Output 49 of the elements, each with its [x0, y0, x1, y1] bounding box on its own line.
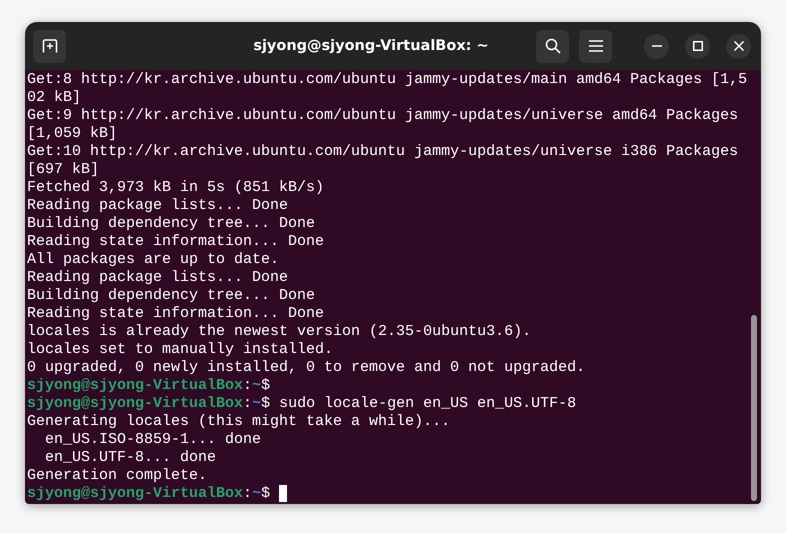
- menu-icon: [588, 40, 602, 52]
- prompt-path: ~: [252, 395, 262, 412]
- prompt-separator: :: [243, 485, 252, 502]
- output-line: locales set to manually installed.: [27, 341, 334, 358]
- output-line: Reading package lists... Done: [27, 269, 288, 286]
- output-line: en_US.ISO-8859-1... done: [44, 431, 262, 448]
- output-line: Building dependency tree... Done: [27, 287, 316, 304]
- scrollbar-thumb[interactable]: [751, 315, 757, 501]
- output-line: [697 kB]: [27, 161, 100, 178]
- output-line: Building dependency tree... Done: [27, 215, 316, 232]
- prompt-path: ~: [252, 377, 262, 394]
- output-line: Fetched 3,973 kB in 5s (851 kB/s): [27, 179, 324, 196]
- menu-button[interactable]: [579, 30, 612, 62]
- output-line: Generating locales (this might take a while)...: [27, 413, 450, 430]
- prompt-separator: :: [243, 377, 252, 394]
- search-icon: [544, 38, 560, 54]
- prompt-separator: :: [243, 395, 252, 412]
- minimize-icon: [652, 45, 662, 47]
- output-line: en_US.UTF-8... done: [44, 449, 216, 466]
- terminal-area[interactable]: [25, 70, 761, 504]
- output-line: Get:8 http://kr.archive.ubuntu.com/ubuntu jammy-updates/main amd64 Packages [1,5: [27, 71, 748, 88]
- output-line: All packages are up to date.: [27, 251, 280, 268]
- output-line: Generation complete.: [27, 467, 208, 484]
- output-line: [1,059 kB]: [27, 125, 118, 142]
- output-line: Reading state information... Done: [27, 305, 324, 322]
- command-text: sudo locale-gen en_US en_US.UTF-8: [279, 395, 576, 412]
- minimize-button[interactable]: [644, 34, 669, 58]
- prompt-path: ~: [252, 485, 262, 502]
- output-line: Get:9 http://kr.archive.ubuntu.com/ubuntu jammy-updates/universe amd64 Packages: [27, 107, 738, 124]
- close-icon: [734, 41, 744, 51]
- prompt-user-host: sjyong@sjyong-VirtualBox: [27, 485, 244, 502]
- prompt-sign: $: [261, 377, 270, 394]
- output-line: Reading package lists... Done: [27, 197, 288, 214]
- prompt-user-host: sjyong@sjyong-VirtualBox: [27, 377, 244, 394]
- window-title: sjyong@sjyong-VirtualBox: ~: [252, 38, 490, 54]
- maximize-icon: [692, 41, 702, 51]
- maximize-button[interactable]: [685, 34, 710, 58]
- search-button[interactable]: [536, 30, 569, 62]
- output-line: locales is already the newest version (2.35-0ubuntu3.6).: [27, 323, 532, 340]
- prompt-sign: $: [261, 395, 270, 412]
- new-tab-button[interactable]: [33, 30, 66, 62]
- output-line: Reading state information... Done: [27, 233, 324, 250]
- output-line: 0 upgraded, 0 newly installed, 0 to remove and 0 not upgraded.: [27, 359, 586, 376]
- new-tab-icon: [42, 39, 58, 53]
- prompt-sign: $: [261, 485, 270, 502]
- prompt-user-host: sjyong@sjyong-VirtualBox: [27, 395, 244, 412]
- output-line: Get:10 http://kr.archive.ubuntu.com/ubuntu jammy-updates/universe i386 Packages: [27, 143, 738, 160]
- output-line: 02 kB]: [27, 89, 82, 106]
- close-button[interactable]: [726, 34, 751, 58]
